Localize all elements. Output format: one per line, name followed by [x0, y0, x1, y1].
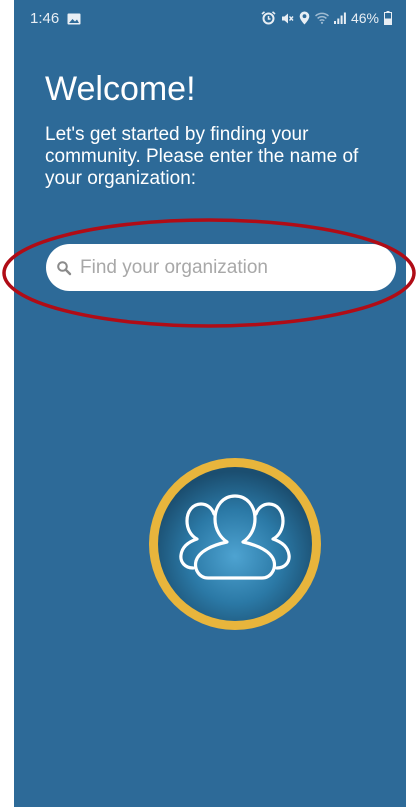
mute-icon — [281, 12, 294, 25]
status-time: 1:46 — [30, 10, 60, 27]
status-right: 46% — [261, 10, 392, 26]
organization-search-box[interactable] — [46, 244, 396, 291]
location-icon — [299, 11, 310, 25]
organization-search-input[interactable] — [80, 256, 370, 279]
wifi-icon — [314, 12, 329, 24]
welcome-instructions: Let's get started by finding your commun… — [45, 124, 359, 189]
logo-disc — [158, 467, 312, 621]
battery-percent: 46% — [350, 10, 379, 26]
alarm-icon — [261, 11, 276, 25]
community-logo — [149, 458, 321, 630]
image-icon — [67, 13, 81, 25]
status-bar: 1:46 46% — [14, 0, 406, 34]
page-title: Welcome! — [45, 70, 196, 108]
search-icon — [56, 260, 72, 276]
signal-icon — [333, 12, 346, 24]
app-screen: 1:46 46% Welcome! Let's get started by f… — [14, 0, 406, 807]
status-left: 1:46 — [30, 10, 81, 27]
battery-icon — [384, 11, 392, 25]
